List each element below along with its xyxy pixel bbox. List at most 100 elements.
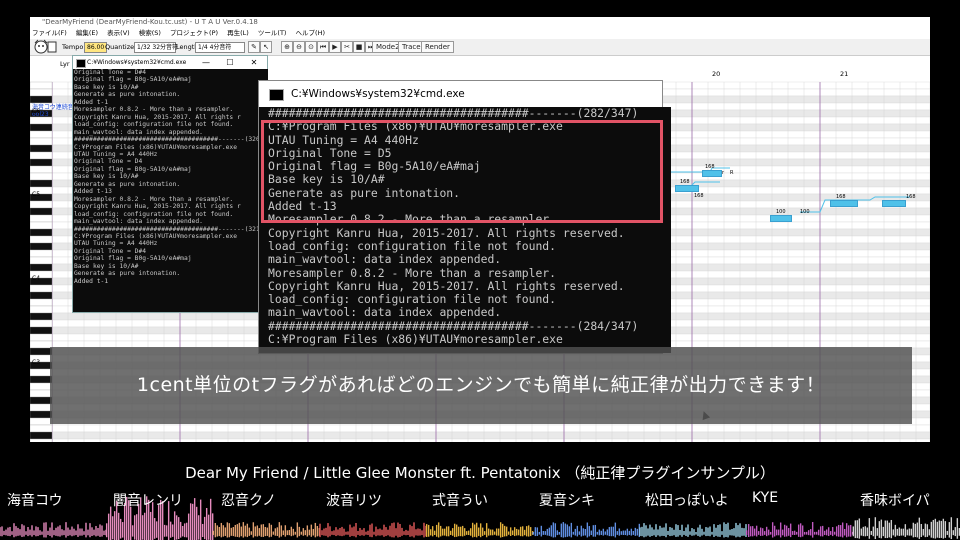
console-line: Original flag = B0g-5A10/eA#maj [74, 255, 192, 263]
console-line: Original Tone = D#4 [74, 247, 147, 255]
song-title: Dear My Friend / Little Glee Monster ft.… [185, 464, 775, 482]
cmd-console-output: Original Tone = D#4 Original flag = B0g-5… [73, 69, 268, 312]
console-line: Original flag = B0g-5A10/eA#maj [74, 165, 192, 173]
menu-file[interactable]: ファイル(F) [32, 29, 67, 37]
console-line: UTAU Tuning = A4 440Hz [74, 240, 158, 248]
highlight-box [261, 120, 663, 223]
cmd-title-bar[interactable]: C:¥Windows¥system32¥cmd.exe — ☐ ✕ [73, 56, 267, 69]
bar-number: 21 [840, 70, 849, 78]
console-line: C:¥Program Files (x86)¥UTAU¥moresampler.… [268, 332, 563, 347]
pencil-tool-icon[interactable]: ✎ [248, 41, 260, 53]
cmd-icon [269, 89, 284, 101]
console-line: load_config: configuration file not foun… [268, 238, 557, 253]
console-line: Generate as pure intonation. [74, 91, 181, 99]
console-line: ######################################--… [268, 107, 639, 120]
console-line: Copyright Kanru Hua, 2015-2017. All righ… [74, 203, 241, 211]
note[interactable] [702, 170, 722, 177]
note[interactable] [882, 200, 906, 207]
console-line: Generate as pure intonation. [74, 180, 181, 188]
utau-title-bar: "DearMyFriend (DearMyFriend-Kou.tc.ust) … [30, 17, 930, 28]
console-line: load_config: configuration file not foun… [268, 292, 557, 307]
octave-label: C5 [32, 191, 41, 198]
console-line: Added t-1 [74, 277, 109, 285]
menu-search[interactable]: 検索(S) [139, 29, 161, 37]
lyric-label: Lyr [60, 60, 70, 68]
menu-edit[interactable]: 編集(E) [76, 29, 98, 37]
length-select[interactable]: 1/4 4分音符 [195, 42, 245, 53]
octave-label: C3 [32, 359, 41, 366]
play-icon[interactable]: ▶ [329, 41, 341, 53]
console-line: Moresampler 0.8.2 - More than a resample… [74, 195, 234, 203]
note-lyric: 168 [680, 179, 690, 185]
note-lyric: 100 [776, 209, 786, 215]
menu-tools[interactable]: ツール(T) [258, 29, 287, 37]
note-lyric: 168 [906, 194, 916, 200]
octave-label: C6 [32, 108, 41, 115]
octave-label: C4 [32, 275, 41, 282]
console-line: main_wavtool: data index appended. [268, 305, 502, 320]
console-line: C:¥Program Files (x86)¥UTAU¥moresampler.… [74, 232, 238, 240]
cmd-window-background[interactable]: C:¥Windows¥system32¥cmd.exe — ☐ ✕ Origin… [72, 55, 268, 313]
note[interactable] [770, 215, 792, 222]
console-line: Copyright Kanru Hua, 2015-2017. All righ… [268, 278, 625, 293]
console-line: main_wavtool: data index appended. [268, 252, 502, 267]
console-line: C:¥Program Files (x86)¥UTAU¥moresampler.… [74, 143, 238, 151]
utau-menu-bar: ファイル(F) 編集(E) 表示(V) 検索(S) プロジェクト(P) 再生(L… [30, 28, 930, 39]
minimize-icon[interactable]: — [195, 56, 217, 69]
render-button[interactable]: Render [421, 41, 454, 53]
singer-name: 闇音レンリ [113, 493, 183, 509]
singer-name: 海音コウ [7, 493, 63, 509]
singer-name: 忍音クノ [221, 493, 277, 509]
tempo-input[interactable]: 86.00 [84, 42, 107, 53]
singer-name: 波音リツ [326, 493, 382, 509]
console-line: Copyright Kanru Hua, 2015-2017. All righ… [268, 225, 625, 240]
menu-help[interactable]: ヘルプ(H) [296, 29, 325, 37]
singer-name: 式音うい [432, 493, 488, 509]
console-line: Moresampler 0.8.2 - More than a resample… [268, 265, 557, 280]
note[interactable] [830, 200, 858, 207]
note-lyric: r [722, 170, 725, 176]
note-lyric: 100 [800, 209, 810, 215]
play-start-icon[interactable]: ⏮ [317, 41, 329, 53]
cmd-title: C:¥Windows¥system32¥cmd.exe [291, 88, 465, 100]
pointer-tool-icon[interactable]: ↖ [260, 41, 272, 53]
singer-name: 香味ボイパ [860, 493, 930, 509]
console-line: ######################################--… [268, 318, 639, 333]
console-line: Base key is 10/A# [74, 262, 139, 270]
menu-project[interactable]: プロジェクト(P) [170, 29, 218, 37]
console-line: ######################################--… [74, 225, 268, 233]
menu-play[interactable]: 再生(L) [227, 29, 249, 37]
console-line: Moresampler 0.8.2 - More than a resample… [74, 106, 234, 114]
console-line: Original Tone = D#4 [74, 69, 147, 76]
singer-name: 夏音シキ [539, 493, 595, 509]
console-line: load_config: configuration file not foun… [74, 210, 234, 218]
cmd-title: C:¥Windows¥system32¥cmd.exe [87, 59, 187, 66]
close-icon[interactable]: ✕ [243, 56, 265, 69]
console-line: load_config: configuration file not foun… [74, 121, 234, 129]
singer-name: KYE [752, 490, 779, 506]
note-lyric: 168 [705, 164, 715, 170]
maximize-icon[interactable]: ☐ [219, 56, 241, 69]
quantize-label: Quantize [105, 43, 135, 51]
note[interactable] [675, 185, 699, 192]
singer-name: 松田っぽいよ [645, 493, 729, 509]
stop-icon[interactable]: ■ [353, 41, 365, 53]
console-line: Copyright Kanru Hua, 2015-2017. All righ… [74, 113, 241, 121]
zoom-fit-icon[interactable]: ⊙ [305, 41, 317, 53]
console-line: Added t-13 [74, 188, 112, 196]
note-lyric: 168 [836, 194, 846, 200]
console-line: main_wavtool: data index appended. [74, 218, 203, 226]
note-lyric: R [730, 170, 734, 176]
cmd-title-bar[interactable]: C:¥Windows¥system32¥cmd.exe [259, 81, 662, 107]
zoom-in-icon[interactable]: ⊕ [281, 41, 293, 53]
cut-icon[interactable]: ✂ [341, 41, 353, 53]
cmd-icon [76, 59, 86, 68]
console-line: Original flag = B0g-5A10/eA#maj [74, 76, 192, 84]
quantize-select[interactable]: 1/32 32分音符 [134, 42, 178, 53]
console-line: Generate as pure intonation. [74, 270, 181, 278]
zoom-out-icon[interactable]: ⊖ [293, 41, 305, 53]
bar-number: 20 [712, 70, 721, 78]
utau-toolbar: Tempo 86.00 Quantize 1/32 32分音符 Length 1… [30, 39, 930, 56]
menu-view[interactable]: 表示(V) [107, 29, 130, 37]
mascot-icon [34, 39, 57, 54]
